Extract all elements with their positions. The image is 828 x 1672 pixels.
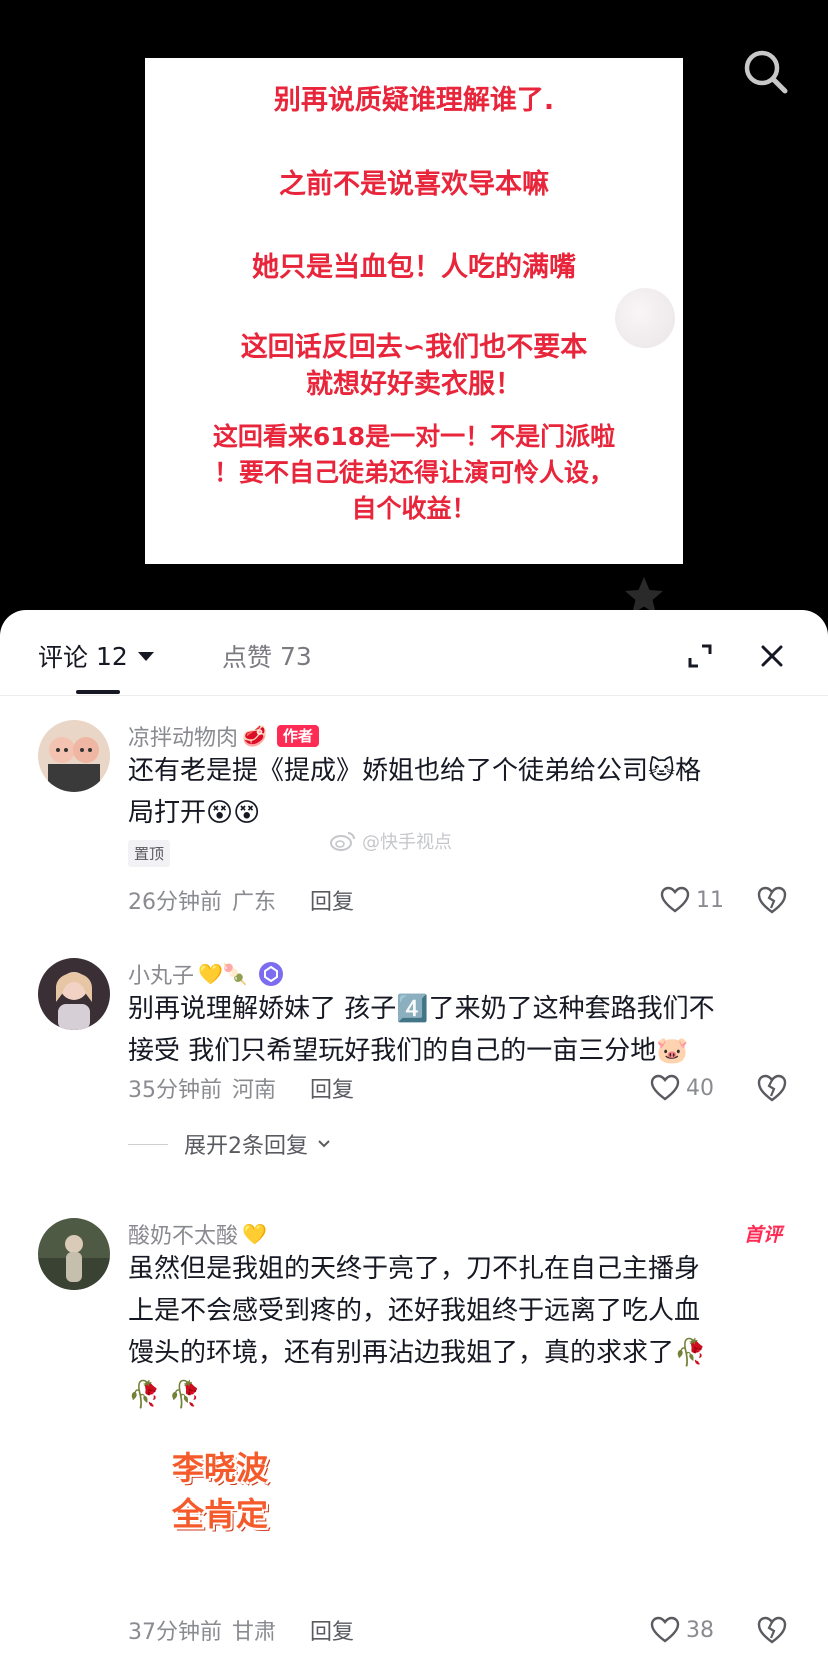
comment-meta: 37分钟前 甘肃 回复 <box>128 1614 354 1646</box>
comment-user-row: 酸奶不太酸 💛 <box>128 1218 267 1250</box>
like-button[interactable]: 11 <box>660 884 724 916</box>
comment-location: 甘肃 <box>232 1620 277 1645</box>
comment-text-line: 馒头的环境，还有别再沾边我姐了，真的求求了🥀 <box>128 1338 707 1368</box>
comment-text-line: 🥀 🥀 <box>128 1380 202 1410</box>
poster-line: 自个收益！ <box>351 494 477 523</box>
comment-meta: 26分钟前 广东 回复 <box>128 884 354 916</box>
video-area[interactable]: 别再说质疑谁理解谁了. 之前不是说喜欢导本嘛 她只是当血包！人吃的满嘴 这回话反… <box>0 0 828 620</box>
reply-button[interactable]: 回复 <box>310 1072 354 1104</box>
avatar[interactable] <box>38 958 110 1030</box>
comment-text-line: 接受 我们只希望玩好我们的自己的一亩三分地🐷 <box>128 1036 689 1066</box>
username[interactable]: 酸奶不太酸 <box>128 1218 238 1250</box>
user-emoji: 💛 <box>242 1222 267 1246</box>
like-count: 11 <box>696 887 724 913</box>
watermark-text: @快手视点 <box>362 832 452 853</box>
avatar[interactable] <box>38 1218 110 1290</box>
avatar[interactable] <box>38 720 110 792</box>
caret-down-icon <box>137 651 154 661</box>
comment-user-row: 小丸子 💛🍡 <box>128 958 284 990</box>
like-count: 40 <box>686 1075 714 1101</box>
expand-replies-label: 展开2条回复 <box>184 1134 308 1159</box>
avatar-image <box>38 1218 110 1290</box>
tab-likes-label: 点赞 <box>222 643 273 672</box>
username[interactable]: 小丸子 <box>128 958 194 990</box>
level-badge-icon <box>258 962 283 986</box>
comment-tabs: 评论 12 点赞 73 <box>0 610 828 696</box>
comment-sticker-image[interactable]: 李晓波 全肯定 <box>140 1436 300 1556</box>
weibo-icon <box>330 832 355 851</box>
poster-line: ！要不自己徒弟还得让演可怜人设， <box>213 458 614 487</box>
expand-replies-button[interactable]: 展开2条回复 <box>128 1128 332 1160</box>
poster-line: 之前不是说喜欢导本嘛 <box>279 169 549 200</box>
poster-watermark <box>615 288 675 348</box>
comment-sheet: 评论 12 点赞 73 凉拌动物肉 🥩 作者 还有老是提《提成》娇姐也给了个徒弟… <box>0 610 828 1672</box>
broken-heart-icon[interactable] <box>756 884 788 916</box>
reply-button[interactable]: 回复 <box>310 884 354 916</box>
like-count: 38 <box>686 1617 714 1643</box>
avatar-image <box>38 958 110 1030</box>
user-emoji: 💛🍡 <box>198 962 248 986</box>
poster-line: 就想好好卖衣服！ <box>306 369 522 400</box>
reply-button[interactable]: 回复 <box>310 1614 354 1646</box>
heart-icon <box>650 1616 680 1643</box>
broken-heart-icon[interactable] <box>756 1614 788 1646</box>
comment-text: 还有老是提《提成》娇姐也给了个徒弟给公司🐱格 局打开😵😵 <box>128 750 798 834</box>
comment-text: 虽然但是我姐的天终于亮了，刀不扎在自己主播身 上是不会感受到疼的，还好我姐终于远… <box>128 1248 798 1416</box>
chevron-down-icon <box>318 1140 330 1148</box>
heart-icon <box>660 886 690 913</box>
comment-location: 河南 <box>232 1078 277 1103</box>
poster-line: 别再说质疑谁理解谁了. <box>273 85 555 116</box>
avatar-image <box>38 720 110 792</box>
divider <box>128 1143 168 1145</box>
tab-comments-count: 12 <box>96 641 128 671</box>
sticker-text-line: 全肯定 <box>171 1495 268 1533</box>
expand-icon[interactable] <box>684 640 716 672</box>
poster-line: 这回话反回去∽我们也不要本 <box>240 332 588 363</box>
pinned-badge: 置顶 <box>128 840 171 867</box>
user-emoji: 🥩 <box>242 724 267 748</box>
search-icon[interactable] <box>738 44 794 100</box>
comment-text-line: 上是不会感受到疼的，还好我姐终于远离了吃人血 <box>128 1296 701 1326</box>
poster-line: 她只是当血包！人吃的满嘴 <box>252 252 576 283</box>
comment-location: 广东 <box>232 890 277 915</box>
poster-line: 这回看来618是一对一！不是门派啦 <box>212 422 616 451</box>
comment-time: 37分钟前 <box>128 1620 222 1645</box>
comment-meta: 35分钟前 河南 回复 <box>128 1072 354 1104</box>
broken-heart-icon[interactable] <box>756 1072 788 1104</box>
heart-icon <box>650 1074 680 1101</box>
comment-text-line: 局打开😵😵 <box>128 798 261 828</box>
close-icon[interactable] <box>756 640 788 672</box>
comment-text-line: 还有老是提《提成》娇姐也给了个徒弟给公司🐱格 <box>128 756 702 786</box>
tab-likes[interactable]: 点赞 73 <box>222 636 312 676</box>
like-button[interactable]: 40 <box>650 1072 714 1104</box>
sticker-text-line: 李晓波 <box>171 1449 268 1487</box>
video-poster-image: 别再说质疑谁理解谁了. 之前不是说喜欢导本嘛 她只是当血包！人吃的满嘴 这回话反… <box>145 58 683 564</box>
comment-time: 26分钟前 <box>128 890 222 915</box>
first-comment-badge: 首评 <box>744 1224 783 1246</box>
comment-time: 35分钟前 <box>128 1078 222 1103</box>
tab-likes-count: 73 <box>280 641 312 671</box>
author-badge: 作者 <box>276 725 319 747</box>
comment-text: 别再说理解娇妹了 孩子4️⃣了来奶了这种套路我们不 接受 我们只希望玩好我们的自… <box>128 988 798 1072</box>
weibo-watermark: @快手视点 <box>330 828 452 854</box>
username[interactable]: 凉拌动物肉 <box>128 720 238 752</box>
comment-user-row: 凉拌动物肉 🥩 作者 <box>128 720 319 752</box>
active-tab-indicator <box>76 690 120 694</box>
tab-comments[interactable]: 评论 12 <box>38 636 154 676</box>
comment-text-line: 虽然但是我姐的天终于亮了，刀不扎在自己主播身 <box>128 1254 701 1284</box>
comment-text-line: 别再说理解娇妹了 孩子4️⃣了来奶了这种套路我们不 <box>128 994 715 1024</box>
like-button[interactable]: 38 <box>650 1614 714 1646</box>
tab-comments-label: 评论 <box>38 643 89 672</box>
